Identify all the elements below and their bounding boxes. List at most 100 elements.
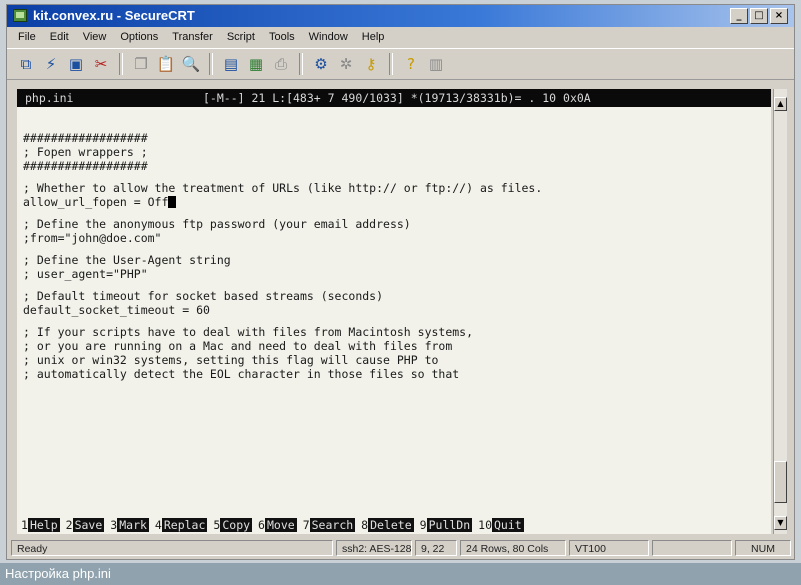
maximize-button[interactable]: □ xyxy=(750,8,768,24)
status-bar: Ready ssh2: AES-128 9, 22 24 Rows, 80 Co… xyxy=(7,537,794,559)
text-cursor xyxy=(168,196,177,208)
fkey-search[interactable]: 7 Search xyxy=(302,518,356,532)
text-line: default_socket_timeout = 60 xyxy=(23,303,210,317)
text-line: ; If your scripts have to deal with file… xyxy=(23,325,474,339)
menu-options[interactable]: Options xyxy=(113,31,165,43)
print-screen-icon[interactable]: ⎙ xyxy=(270,53,292,75)
title-bar[interactable]: kit.convex.ru - SecureCRT _ □ × xyxy=(7,5,794,27)
window-title: kit.convex.ru - SecureCRT xyxy=(33,8,195,23)
menu-transfer[interactable]: Transfer xyxy=(165,31,220,43)
toolbar-separator xyxy=(389,53,393,75)
help-icon[interactable]: ? xyxy=(400,53,422,75)
fkey-number: 8 xyxy=(361,518,369,532)
function-key-bar: 1 Help 2 Save 3 Mark 4 Replac 5 Copy 6 Move 7S… xyxy=(17,516,771,534)
fkey-label: PullDn xyxy=(426,518,473,532)
print-setup-icon[interactable]: ▤ xyxy=(220,53,242,75)
close-button[interactable]: × xyxy=(770,8,788,24)
menu-window[interactable]: Window xyxy=(302,31,355,43)
text-line: ; automatically detect the EOL character… xyxy=(23,367,460,381)
fkey-label: Copy xyxy=(220,518,253,532)
status-ready: Ready xyxy=(11,540,333,556)
text-line: allow_url_fopen = Off xyxy=(23,195,169,209)
status-cursor-position: 9, 22 xyxy=(415,540,457,556)
scroll-thumb[interactable] xyxy=(774,461,787,503)
fkey-move[interactable]: 6 Move xyxy=(258,518,297,532)
text-line: ; unix or win32 systems, setting this fl… xyxy=(23,353,439,367)
fkey-label: Move xyxy=(264,518,297,532)
paste-icon[interactable]: 📋 xyxy=(155,53,177,75)
terminal-view[interactable]: php.ini [-M--] 21 L:[483+ 7 490/1033] *(… xyxy=(17,89,771,534)
status-emulation: VT100 xyxy=(569,540,649,556)
fkey-number: 10 xyxy=(478,518,492,532)
fkey-quit[interactable]: 10 Quit xyxy=(478,518,524,532)
text-line: ; Define the User-Agent string xyxy=(23,253,231,267)
fkey-help[interactable]: 1 Help xyxy=(21,518,60,532)
fkey-pulldown[interactable]: 9 PullDn xyxy=(419,518,473,532)
menu-edit[interactable]: Edit xyxy=(43,31,76,43)
minimize-button[interactable]: _ xyxy=(730,8,748,24)
menu-bar: File Edit View Options Transfer Script T… xyxy=(7,27,794,47)
fkey-mark[interactable]: 3 Mark xyxy=(110,518,149,532)
about-icon[interactable]: ▥ xyxy=(425,53,447,75)
text-line: ; Whether to allow the treatment of URLs… xyxy=(23,181,543,195)
fkey-number: 5 xyxy=(213,518,221,532)
fkey-number: 3 xyxy=(110,518,118,532)
session-options-icon[interactable]: ⚙ xyxy=(310,53,332,75)
fkey-number: 6 xyxy=(258,518,265,532)
menu-file[interactable]: File xyxy=(11,31,43,43)
menu-help[interactable]: Help xyxy=(355,31,392,43)
fkey-number: 4 xyxy=(154,518,162,532)
disconnect-icon[interactable]: ✂ xyxy=(90,53,112,75)
menu-script[interactable]: Script xyxy=(220,31,262,43)
status-connection: ssh2: AES-128 xyxy=(336,540,412,556)
fkey-number: 1 xyxy=(21,518,28,532)
global-options-icon[interactable]: ✲ xyxy=(335,53,357,75)
find-icon[interactable]: 🔍 xyxy=(180,53,202,75)
toolbar-separator xyxy=(119,53,123,75)
fkey-label: Save xyxy=(72,518,105,532)
toolbar-separator xyxy=(209,53,213,75)
status-num-lock: NUM xyxy=(735,540,791,556)
editor-text: ################## ; Fopen wrappers ; ##… xyxy=(23,131,771,381)
menu-tools[interactable]: Tools xyxy=(262,31,302,43)
connect-icon[interactable]: ⧉ xyxy=(15,53,37,75)
menu-view[interactable]: View xyxy=(76,31,114,43)
key-icon[interactable]: ⚷ xyxy=(360,53,382,75)
connect-tab-icon[interactable]: ▣ xyxy=(65,53,87,75)
fkey-delete[interactable]: 8 Delete xyxy=(361,518,414,532)
copy-icon[interactable]: ❐ xyxy=(130,53,152,75)
quick-connect-icon[interactable]: ⚡ xyxy=(40,53,62,75)
securecrt-window: kit.convex.ru - SecureCRT _ □ × File Edi… xyxy=(6,4,795,560)
figure-caption: Настройка php.ini xyxy=(0,563,801,585)
text-line: ; Default timeout for socket based strea… xyxy=(23,289,384,303)
fkey-number: 2 xyxy=(65,518,73,532)
scroll-down-icon[interactable]: ▼ xyxy=(774,516,787,530)
fkey-number: 7 xyxy=(302,518,310,532)
fkey-copy[interactable]: 5 Copy xyxy=(213,518,253,532)
fkey-label: Delete xyxy=(368,518,414,532)
fkey-replace[interactable]: 4 Replac xyxy=(154,518,208,532)
fkey-number: 9 xyxy=(419,518,427,532)
fkey-save[interactable]: 2 Save xyxy=(66,518,105,532)
app-icon xyxy=(13,9,27,22)
toolbar-separator xyxy=(299,53,303,75)
fkey-label: Help xyxy=(27,518,60,532)
fkey-label: Quit xyxy=(492,518,524,532)
text-line: ################## xyxy=(23,131,148,145)
editor-position-info: [-M--] 21 L:[483+ 7 490/1033] *(19713/38… xyxy=(203,91,591,105)
window-controls: _ □ × xyxy=(730,8,788,24)
fkey-label: Search xyxy=(309,518,356,532)
vertical-scrollbar[interactable]: ▲ ▼ xyxy=(773,89,787,534)
fkey-label: Replac xyxy=(161,518,208,532)
text-line: ################## xyxy=(23,159,148,173)
scroll-up-icon[interactable]: ▲ xyxy=(774,97,787,111)
fkey-label: Mark xyxy=(117,518,149,532)
print-icon[interactable]: ▦ xyxy=(245,53,267,75)
text-line: ; user_agent="PHP" xyxy=(23,267,148,281)
text-line: ; Define the anonymous ftp password (you… xyxy=(23,217,411,231)
